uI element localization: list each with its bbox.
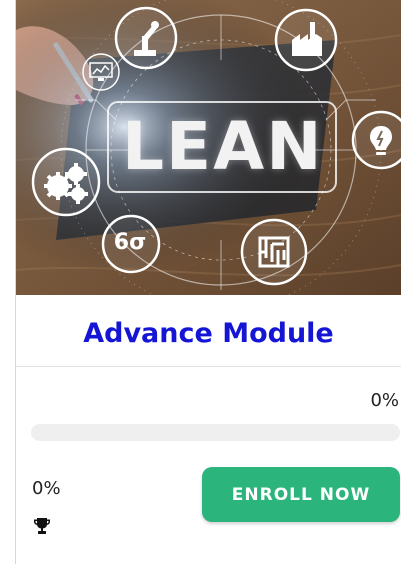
score-percent: 0% — [32, 478, 61, 499]
hero-lean-text: LEAN — [122, 108, 324, 185]
divider — [16, 366, 401, 367]
gears-icon — [44, 163, 88, 204]
factory-icon — [292, 22, 322, 56]
lightbulb-icon — [370, 126, 392, 155]
course-title[interactable]: Advance Module — [16, 312, 401, 356]
progress-bar — [31, 424, 400, 441]
six-sigma-label: 6σ — [113, 230, 147, 255]
robot-arm-icon — [134, 21, 159, 56]
course-card: LEAN 6σ Advance Module 0% 0% ENROLL NOW — [15, 0, 401, 564]
maze-icon — [258, 236, 290, 268]
trophy-icon — [34, 518, 50, 534]
course-image[interactable]: LEAN 6σ — [16, 0, 401, 295]
progress-percent: 0% — [370, 390, 399, 411]
chart-monitor-icon — [89, 62, 113, 81]
enroll-now-button[interactable]: ENROLL NOW — [202, 467, 400, 522]
